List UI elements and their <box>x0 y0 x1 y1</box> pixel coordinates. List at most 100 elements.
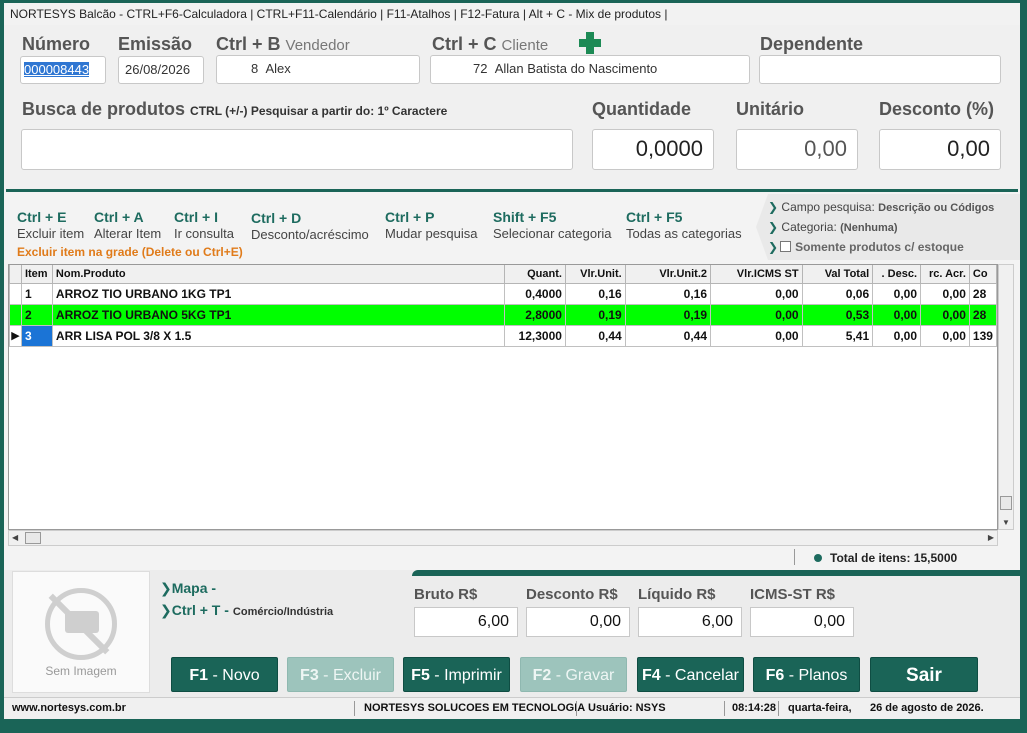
dependente-field[interactable] <box>759 55 1001 84</box>
col-header[interactable]: Co <box>968 265 997 284</box>
numero-field[interactable]: 000008443 <box>20 56 106 84</box>
excluir-button[interactable]: F3 - Excluir <box>287 657 394 692</box>
sair-button[interactable]: Sair <box>870 657 978 692</box>
cell[interactable]: 0,16 <box>564 282 626 305</box>
table-row[interactable]: 1 ARROZ TIO URBANO 1KG TP1 0,4000 0,16 0… <box>9 282 997 305</box>
cliente-name: Allan Batista do Nascimento <box>494 61 658 76</box>
shortcut-desc: Ir consulta <box>174 226 234 241</box>
cell[interactable]: 0,00 <box>710 282 803 305</box>
cell[interactable]: 0,00 <box>920 303 970 326</box>
cell[interactable]: ARROZ TIO URBANO 1KG TP1 <box>51 282 506 305</box>
col-header[interactable]: Quant. <box>504 265 566 284</box>
emissao-field[interactable]: 26/08/2026 <box>118 56 204 84</box>
shortcut-key: Ctrl + A <box>94 209 144 225</box>
cancelar-button[interactable]: F4 - Cancelar <box>637 657 744 692</box>
cell[interactable]: 0,4000 <box>504 282 566 305</box>
bullet-icon <box>814 554 822 562</box>
desconto-input[interactable]: 0,00 <box>879 129 1001 170</box>
planos-key: F6 <box>765 667 785 684</box>
cell[interactable]: 0,19 <box>624 303 712 326</box>
table-row[interactable]: ▶ 3 ARR LISA POL 3/8 X 1.5 12,3000 0,44 … <box>9 324 997 347</box>
cell[interactable]: 0,44 <box>624 324 712 347</box>
estoque-filter[interactable]: ❯ Somente produtos c/ estoque <box>768 240 964 254</box>
vertical-scrollbar[interactable]: ▼ <box>998 264 1014 530</box>
shortcut-consulta[interactable]: Ctrl + I Ir consulta <box>174 209 234 241</box>
cell[interactable]: ARR LISA POL 3/8 X 1.5 <box>51 324 506 347</box>
products-grid[interactable]: Item Nom.Produto Quant. Vlr.Unit. Vlr.Un… <box>8 264 998 530</box>
shortcut-desc: Excluir item <box>17 226 85 241</box>
table-row[interactable]: 2 ARROZ TIO URBANO 5KG TP1 2,8000 0,19 0… <box>9 303 997 326</box>
col-header[interactable]: Vlr.Unit.2 <box>624 265 712 284</box>
estoque-checkbox[interactable] <box>780 241 792 252</box>
cell[interactable]: 0,00 <box>710 324 803 347</box>
cell[interactable]: 5,41 <box>801 324 874 347</box>
novo-button[interactable]: F1 - Novo <box>171 657 278 692</box>
imprimir-button[interactable]: F5 - Imprimir <box>403 657 510 692</box>
scroll-left-icon[interactable]: ◀ <box>12 533 18 542</box>
campo-pesquisa[interactable]: ❯ Campo pesquisa: Descrição ou Códigos <box>768 200 994 214</box>
vendedor-field[interactable]: 8 Alex <box>216 55 420 84</box>
ctrl-t-link[interactable]: ❯Ctrl + T - Comércio/Indústria <box>160 602 333 619</box>
categoria-filter[interactable]: ❯ Categoria: (Nenhuma) <box>768 220 898 234</box>
cell[interactable]: 28 <box>968 303 997 326</box>
hscroll-thumb[interactable] <box>25 532 41 544</box>
cancelar-key: F4 <box>642 667 661 684</box>
cell[interactable]: 12,3000 <box>504 324 566 347</box>
cell[interactable]: 2 <box>20 303 53 326</box>
cell[interactable]: 0,06 <box>801 282 874 305</box>
shortcut-excluir[interactable]: Ctrl + E Excluir item <box>17 209 84 241</box>
cell[interactable]: 0,00 <box>920 282 970 305</box>
scroll-thumb[interactable] <box>1000 496 1012 510</box>
shortcut-desconto[interactable]: Ctrl + D Desconto/acréscimo <box>251 210 369 242</box>
imprimir-key: F5 <box>411 667 430 684</box>
busca-produto-input[interactable] <box>21 129 573 170</box>
gravar-button[interactable]: F2 - Gravar <box>520 657 627 692</box>
status-divider <box>354 701 355 716</box>
status-company: NORTESYS SOLUCOES EM TECNOLOGIA <box>364 702 586 714</box>
cell[interactable]: 0,19 <box>564 303 626 326</box>
chevron-right-icon: ❯ <box>160 580 172 596</box>
cell[interactable]: 3 <box>20 324 53 347</box>
dependente-label: Dependente <box>760 34 864 54</box>
quantidade-input[interactable]: 0,0000 <box>592 129 714 170</box>
cell[interactable]: 0,00 <box>872 324 921 347</box>
cliente-field[interactable]: 72 Allan Batista do Nascimento <box>430 55 750 84</box>
numero-value: 000008443 <box>24 62 90 77</box>
cell[interactable]: 28 <box>968 282 997 305</box>
col-header[interactable]: Item <box>20 265 53 284</box>
shortcut-alterar[interactable]: Ctrl + A Alterar Item <box>94 209 161 241</box>
planos-button[interactable]: F6 - Planos <box>753 657 860 692</box>
mapa-link[interactable]: ❯Mapa - <box>160 580 216 597</box>
cell[interactable]: 2,8000 <box>504 303 566 326</box>
horizontal-scrollbar[interactable]: ◀ ▶ <box>8 530 998 546</box>
col-header[interactable]: Vlr.Unit. <box>564 265 626 284</box>
cell[interactable]: 139 <box>968 324 997 347</box>
col-header[interactable]: Nom.Produto <box>51 265 506 284</box>
scroll-right-icon[interactable]: ▶ <box>988 533 994 542</box>
col-header[interactable]: Val Total <box>801 265 874 284</box>
categoria-label: Categoria: <box>781 220 837 234</box>
cell[interactable]: 0,00 <box>872 303 921 326</box>
status-weekday: quarta-feira, <box>788 702 852 714</box>
cell[interactable]: ARROZ TIO URBANO 5KG TP1 <box>51 303 506 326</box>
status-bar: www.nortesys.com.br NORTESYS SOLUCOES EM… <box>4 697 1020 719</box>
col-header[interactable]: Vlr.ICMS ST <box>710 265 803 284</box>
cell[interactable]: 0,53 <box>801 303 874 326</box>
total-itens-text: Total de itens: 15,5000 <box>830 551 958 565</box>
cell[interactable]: 0,00 <box>920 324 970 347</box>
shortcut-selecionar-categoria[interactable]: Shift + F5 Selecionar categoria <box>493 209 612 241</box>
cell[interactable]: 0,00 <box>710 303 803 326</box>
unitario-input[interactable]: 0,00 <box>736 129 858 170</box>
col-header[interactable]: rc. Acr. <box>920 265 970 284</box>
emissao-label: Emissão <box>118 34 193 54</box>
scroll-down-icon[interactable]: ▼ <box>1002 518 1010 527</box>
cell[interactable]: 0,00 <box>872 282 921 305</box>
gravar-key: F2 <box>532 667 552 684</box>
col-header[interactable]: . Desc. <box>872 265 921 284</box>
cell[interactable]: 0,16 <box>624 282 712 305</box>
cell[interactable]: 0,44 <box>564 324 626 347</box>
cell[interactable]: 1 <box>20 282 53 305</box>
add-client-icon[interactable] <box>578 31 602 55</box>
shortcut-todas-categorias[interactable]: Ctrl + F5 Todas as categorias <box>626 209 742 241</box>
shortcut-pesquisa[interactable]: Ctrl + P Mudar pesquisa <box>385 209 478 241</box>
